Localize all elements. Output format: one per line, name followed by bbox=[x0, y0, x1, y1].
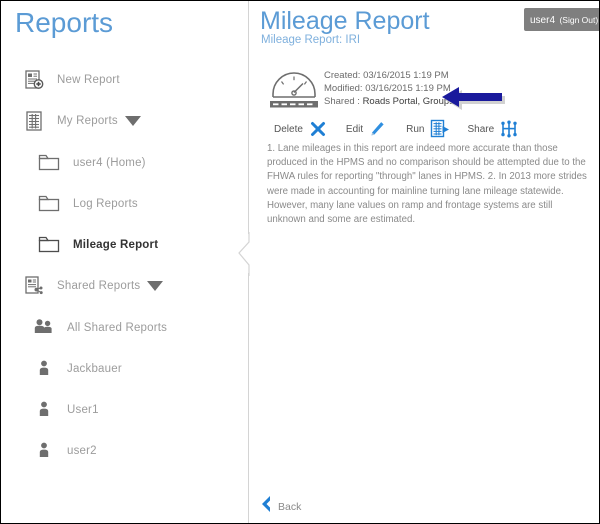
sidebar-item-label: Log Reports bbox=[73, 198, 138, 210]
chevron-down-icon[interactable] bbox=[125, 116, 141, 126]
edit-label: Edit bbox=[346, 124, 363, 135]
sidebar-item-label: New Report bbox=[57, 74, 120, 86]
report-action-bar: Delete Edit Run bbox=[274, 117, 537, 141]
shared-value: Roads Portal, Group1 bbox=[363, 96, 455, 107]
report-detail-panel: Mileage Report Mileage Report: IRI user4… bbox=[250, 1, 600, 523]
sidebar-item-label: Shared Reports bbox=[57, 280, 140, 292]
run-report-icon[interactable] bbox=[430, 119, 450, 139]
page-title: Mileage Report bbox=[260, 7, 430, 36]
sidebar-item-user1[interactable]: User1 bbox=[31, 395, 99, 425]
sidebar-title: Reports bbox=[15, 7, 113, 39]
user-icon bbox=[31, 356, 57, 382]
created-value: 03/16/2015 1:19 PM bbox=[363, 70, 449, 81]
annotation-left-arrow-icon bbox=[442, 87, 508, 117]
sidebar-item-label: My Reports bbox=[57, 115, 118, 127]
report-description: 1. Lane mileages in this report are inde… bbox=[267, 142, 589, 227]
edit-button[interactable]: Edit bbox=[346, 119, 388, 139]
chevron-down-icon[interactable] bbox=[147, 281, 163, 291]
delete-button[interactable]: Delete bbox=[274, 119, 328, 139]
sidebar-item-label: Jackbauer bbox=[67, 363, 122, 375]
sidebar-item-label: Mileage Report bbox=[73, 239, 158, 251]
speedometer-road-icon bbox=[269, 67, 319, 111]
chevron-left-icon bbox=[259, 495, 273, 518]
sidebar-item-user4-home[interactable]: user4 (Home) bbox=[37, 148, 146, 178]
modified-row: Modified: 03/16/2015 1:19 PM bbox=[324, 82, 454, 95]
close-x-icon[interactable] bbox=[308, 119, 328, 139]
shared-row: Shared : Roads Portal, Group1 bbox=[324, 95, 454, 108]
sidebar-item-log-reports[interactable]: Log Reports bbox=[37, 189, 138, 219]
sidebar-item-new-report[interactable]: New Report bbox=[21, 65, 120, 95]
sidebar-item-shared-reports[interactable]: Shared Reports bbox=[21, 271, 163, 301]
share-button[interactable]: Share bbox=[468, 119, 520, 139]
sidebar-item-label: user4 (Home) bbox=[73, 157, 146, 169]
my-reports-icon bbox=[21, 108, 47, 134]
signout-username: user4 bbox=[530, 15, 555, 26]
report-metadata: Created: 03/16/2015 1:19 PM Modified: 03… bbox=[324, 69, 454, 108]
app-window: Reports New Report bbox=[0, 0, 600, 524]
splitter-handle[interactable] bbox=[238, 232, 250, 276]
sidebar-item-user2[interactable]: user2 bbox=[31, 436, 97, 466]
reports-sidebar: Reports New Report bbox=[1, 1, 249, 523]
sidebar-item-label: User1 bbox=[67, 404, 99, 416]
sidebar-item-all-shared-reports[interactable]: All Shared Reports bbox=[31, 313, 167, 343]
sidebar-item-label: user2 bbox=[67, 445, 97, 457]
sidebar-item-my-reports[interactable]: My Reports bbox=[21, 106, 141, 136]
divider-line-bottom bbox=[248, 273, 249, 523]
delete-label: Delete bbox=[274, 124, 303, 135]
share-label: Share bbox=[468, 124, 495, 135]
sidebar-item-mileage-report[interactable]: Mileage Report bbox=[37, 230, 158, 260]
back-label: Back bbox=[278, 501, 301, 513]
run-label: Run bbox=[406, 124, 424, 135]
group-users-icon bbox=[31, 315, 57, 341]
share-nodes-icon[interactable] bbox=[499, 119, 519, 139]
signout-label: (Sign Out) bbox=[559, 15, 598, 25]
divider-line-top bbox=[248, 1, 249, 234]
shared-reports-icon bbox=[21, 273, 47, 299]
shared-label: Shared : bbox=[324, 96, 360, 107]
user-icon bbox=[31, 438, 57, 464]
modified-label: Modified: bbox=[324, 83, 363, 94]
folder-icon bbox=[37, 232, 63, 258]
modified-value: 03/16/2015 1:19 PM bbox=[365, 83, 451, 94]
new-report-icon bbox=[21, 67, 47, 93]
sidebar-item-label: All Shared Reports bbox=[67, 322, 167, 334]
signout-button[interactable]: user4 (Sign Out) bbox=[524, 8, 600, 31]
run-button[interactable]: Run bbox=[406, 119, 449, 139]
page-subtitle: Mileage Report: IRI bbox=[261, 34, 360, 46]
sidebar-item-jackbauer[interactable]: Jackbauer bbox=[31, 354, 122, 384]
pencil-icon[interactable] bbox=[368, 119, 388, 139]
created-row: Created: 03/16/2015 1:19 PM bbox=[324, 69, 454, 82]
user-icon bbox=[31, 397, 57, 423]
folder-icon bbox=[37, 191, 63, 217]
folder-icon bbox=[37, 150, 63, 176]
back-link[interactable]: Back bbox=[259, 495, 301, 518]
created-label: Created: bbox=[324, 70, 360, 81]
